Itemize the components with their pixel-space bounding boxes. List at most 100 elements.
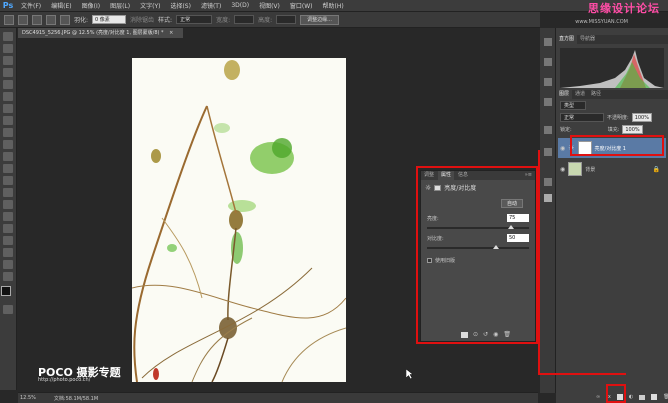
eraser-tool-icon[interactable] — [3, 152, 13, 161]
styles-panel-icon[interactable] — [544, 126, 552, 134]
menu-help[interactable]: 帮助(H) — [318, 1, 349, 10]
feather-input[interactable]: 0 像素 — [92, 15, 127, 24]
lasso-tool-icon[interactable] — [3, 56, 13, 65]
tab-paths[interactable]: 路径 — [588, 90, 604, 99]
gradient-tool-icon[interactable] — [3, 164, 13, 173]
dodge-tool-icon[interactable] — [3, 188, 13, 197]
marquee-tool-icon[interactable] — [3, 44, 13, 53]
quick-mask-icon[interactable] — [3, 305, 13, 314]
width-label: 宽度: — [216, 17, 231, 24]
height-input[interactable] — [276, 15, 297, 24]
extra-tools-icon[interactable] — [3, 272, 13, 281]
actions-panel-icon[interactable] — [544, 58, 552, 66]
fill-input[interactable]: 100% — [622, 125, 643, 134]
fill-label: 填充: — [607, 127, 620, 133]
properties-highlight-box — [416, 166, 538, 344]
new-selection-icon[interactable] — [18, 14, 28, 25]
image-canvas[interactable] — [132, 58, 346, 382]
close-tab-icon[interactable]: × — [169, 30, 173, 36]
opacity-input[interactable]: 100% — [631, 113, 652, 122]
panel-icon-strip — [540, 28, 556, 393]
eye-icon[interactable]: ◉ — [560, 166, 565, 173]
clone-stamp-tool-icon[interactable] — [3, 128, 13, 137]
eyedropper-tool-icon[interactable] — [3, 92, 13, 101]
layer-row-background[interactable]: ◉ 背景 🔒 — [558, 159, 666, 179]
poco-url: http://photo.poco.cn/ — [38, 377, 91, 383]
opacity-label: 不透明度: — [607, 115, 629, 121]
move-tool-icon[interactable] — [3, 32, 13, 41]
new-layer-icon[interactable] — [651, 394, 658, 400]
healing-brush-tool-icon[interactable] — [3, 104, 13, 113]
options-bar: 羽化: 0 像素 消除锯齿 样式: 正常 宽度: 高度: 调整边缘... — [0, 12, 540, 28]
pen-tool-icon[interactable] — [3, 200, 13, 209]
menu-file[interactable]: 文件(F) — [16, 1, 46, 10]
style-select[interactable]: 正常 — [176, 15, 213, 24]
menu-layer[interactable]: 图层(L) — [105, 1, 135, 10]
menu-window[interactable]: 窗口(W) — [285, 1, 318, 10]
trash-icon[interactable]: 🗑 — [663, 394, 668, 400]
swatches-panel-icon[interactable] — [544, 98, 552, 106]
refine-edge-button[interactable]: 调整边缘... — [300, 14, 339, 25]
blur-tool-icon[interactable] — [3, 176, 13, 185]
tab-layers[interactable]: 图层 — [556, 90, 573, 99]
height-label: 高度: — [258, 17, 273, 24]
new-adjustment-icon[interactable]: ◐ — [629, 394, 633, 400]
menu-type[interactable]: 文字(Y) — [135, 1, 165, 10]
adjustments-panel-icon[interactable] — [544, 178, 552, 186]
hand-tool-icon[interactable] — [3, 248, 13, 257]
document-tab-title: DSC4915_5256.JPG @ 12.5% (亮度/对比度 1, 图层蒙版… — [22, 30, 164, 36]
zoom-level[interactable]: 12.5% — [20, 395, 36, 401]
new-group-icon[interactable] — [639, 394, 646, 400]
quick-select-tool-icon[interactable] — [3, 68, 13, 77]
brush-tool-icon[interactable] — [3, 116, 13, 125]
subtract-selection-icon[interactable] — [46, 14, 56, 25]
layer-highlight-box — [570, 135, 664, 156]
shape-tool-icon[interactable] — [3, 236, 13, 245]
history-panel-icon[interactable] — [544, 38, 552, 46]
histogram-tabs: 直方图 导航器 — [556, 35, 668, 44]
character-panel-icon[interactable] — [544, 148, 552, 156]
marquee-tool-preset-icon[interactable] — [4, 14, 14, 25]
document-info[interactable]: 文档:58.1M/58.1M — [54, 395, 98, 402]
crop-tool-icon[interactable] — [3, 80, 13, 89]
status-bar: 12.5% 文档:58.1M/58.1M — [18, 392, 538, 403]
tab-navigator[interactable]: 导航器 — [577, 35, 598, 44]
menu-view[interactable]: 视图(V) — [254, 1, 285, 10]
antialias-checkbox[interactable]: 消除锯齿 — [130, 15, 154, 24]
color-swatches[interactable] — [1, 286, 15, 300]
intersect-selection-icon[interactable] — [60, 14, 70, 25]
lock-label: 锁定: — [560, 127, 572, 133]
menu-image[interactable]: 图像(I) — [77, 1, 105, 10]
link-layers-icon[interactable]: ∞ — [596, 394, 600, 400]
menu-3d[interactable]: 3D(D) — [226, 2, 254, 9]
histogram-graph — [560, 48, 664, 88]
layers-tabs: 图层 通道 路径 — [556, 90, 668, 99]
path-select-tool-icon[interactable] — [3, 224, 13, 233]
document-tab[interactable]: DSC4915_5256.JPG @ 12.5% (亮度/对比度 1, 图层蒙版… — [18, 28, 183, 38]
right-dock: 直方图 导航器 图层 通道 路径 类型 正常 不透明度: 100% 锁定: 填充… — [556, 28, 668, 403]
blend-mode-select[interactable]: 正常 — [560, 113, 604, 122]
history-brush-tool-icon[interactable] — [3, 140, 13, 149]
tab-histogram[interactable]: 直方图 — [556, 35, 578, 44]
type-tool-icon[interactable] — [3, 212, 13, 221]
menu-edit[interactable]: 编辑(E) — [46, 1, 76, 10]
tab-channels[interactable]: 通道 — [572, 90, 588, 99]
foreground-color-swatch[interactable] — [1, 286, 11, 296]
layer-filter-select[interactable]: 类型 — [560, 101, 586, 110]
menu-filter[interactable]: 滤镜(T) — [196, 1, 226, 10]
style-label: 样式: — [158, 17, 173, 24]
photoshop-logo-icon: Ps — [2, 1, 14, 10]
layer-name: 背景 — [585, 166, 596, 173]
color-panel-icon[interactable] — [544, 78, 552, 86]
adjustment-button-highlight-box — [606, 384, 626, 403]
width-input[interactable] — [234, 15, 255, 24]
add-selection-icon[interactable] — [32, 14, 42, 25]
properties-panel-icon[interactable] — [544, 194, 552, 202]
lock-row: 锁定: 填充: 100% — [560, 125, 643, 134]
menu-select[interactable]: 选择(S) — [165, 1, 196, 10]
zoom-tool-icon[interactable] — [3, 260, 13, 269]
eye-icon[interactable]: ◉ — [560, 145, 565, 152]
layer-thumbnail[interactable] — [568, 162, 583, 176]
layer-filter-row: 类型 — [560, 101, 586, 110]
watermark-text: 思缘设计论坛 — [588, 2, 660, 15]
